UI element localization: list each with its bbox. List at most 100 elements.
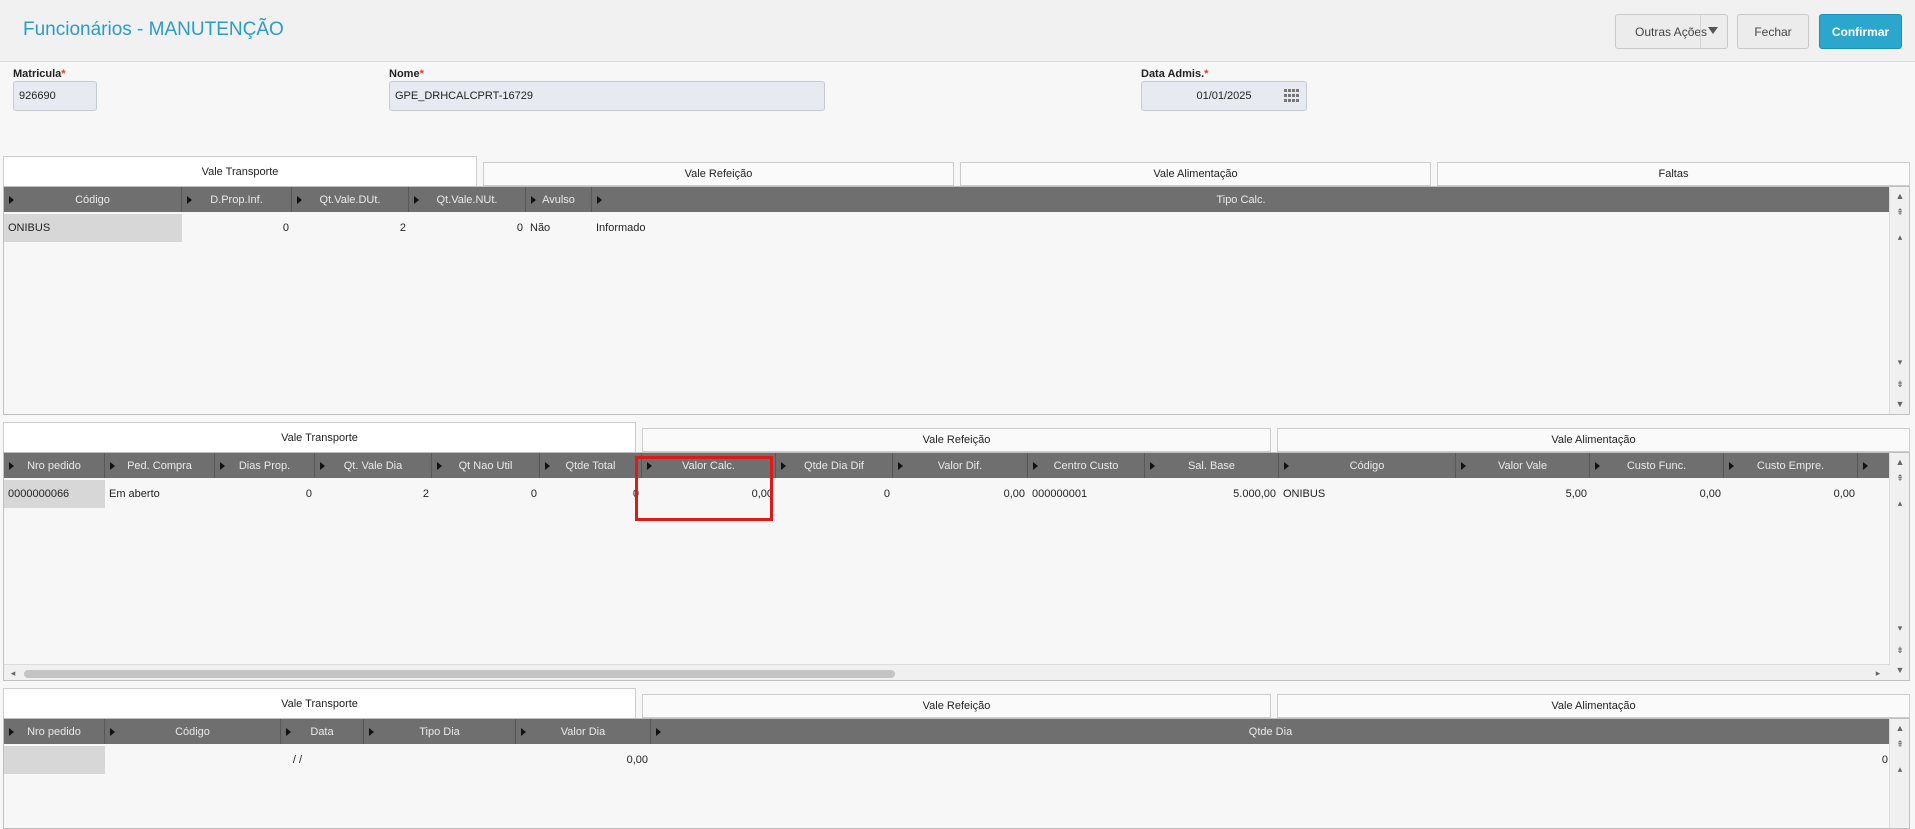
column-header[interactable]: Qtde Total: [540, 453, 642, 478]
page-down-icon[interactable]: ⇟: [1894, 645, 1906, 655]
tab-vale-alimentacao[interactable]: Vale Alimentação: [1277, 428, 1910, 452]
vertical-scrollbar[interactable]: ▲ ⇞ ▴: [1889, 719, 1909, 828]
confirm-button[interactable]: Confirmar: [1819, 14, 1902, 49]
column-header[interactable]: Avulso: [526, 187, 592, 212]
scroll-up-small-icon[interactable]: ▴: [1894, 498, 1906, 508]
table-cell: 0,00: [1699, 488, 1721, 500]
column-header[interactable]: Qt.Vale.NUt.: [409, 187, 526, 212]
nome-field[interactable]: GPE_DRHCALCPRT-16729: [389, 81, 825, 111]
column-header[interactable]: [1858, 453, 1891, 478]
column-header[interactable]: Qtde Dia: [651, 719, 1891, 744]
close-button[interactable]: Fechar: [1737, 14, 1809, 49]
column-header[interactable]: Código: [4, 187, 182, 212]
column-label: Valor Vale: [1497, 459, 1548, 472]
sort-arrow-icon: [1033, 462, 1038, 470]
grid-header: Nro pedido Ped. Compra Dias Prop. Qt. Va…: [4, 453, 1891, 478]
vertical-scrollbar[interactable]: ▲ ⇞ ▴ ▾ ⇟ ▼: [1889, 453, 1909, 680]
column-header[interactable]: Qt.Vale.DUt.: [292, 187, 409, 212]
tab-vale-transporte[interactable]: Vale Transporte: [3, 156, 477, 186]
scroll-down-icon[interactable]: ▼: [1894, 665, 1906, 675]
scroll-up-icon[interactable]: ▲: [1894, 723, 1906, 733]
vale-transporte-grid: Código D.Prop.Inf. Qt.Vale.DUt. Qt.Vale.…: [3, 186, 1910, 415]
tab-faltas[interactable]: Faltas: [1437, 162, 1910, 186]
table-row[interactable]: 0000000066 Em aberto 0 2 0 0 0,00 0 0,00…: [4, 480, 1891, 508]
column-label: Valor Dif.: [937, 459, 983, 472]
scrollbar-thumb[interactable]: [24, 670, 895, 678]
scroll-left-icon[interactable]: ◂: [7, 668, 19, 678]
column-label: Código: [175, 725, 210, 738]
column-header[interactable]: Sal. Base: [1145, 453, 1279, 478]
page-title: Funcionários - MANUTENÇÃO: [23, 19, 284, 40]
scroll-right-icon[interactable]: ▸: [1872, 668, 1884, 678]
column-header[interactable]: Qt. Vale Dia: [315, 453, 432, 478]
column-header[interactable]: Código: [105, 719, 281, 744]
tab-vale-refeicao[interactable]: Vale Refeição: [642, 428, 1271, 452]
other-actions-button[interactable]: Outras Ações: [1615, 14, 1728, 49]
table-cell: Informado: [596, 222, 646, 234]
sort-arrow-icon: [1461, 462, 1466, 470]
tab-vale-alimentacao[interactable]: Vale Alimentação: [960, 162, 1431, 186]
sort-arrow-icon: [110, 462, 115, 470]
column-header[interactable]: D.Prop.Inf.: [182, 187, 292, 212]
column-header[interactable]: Data: [281, 719, 364, 744]
column-header[interactable]: Valor Vale: [1456, 453, 1590, 478]
column-header[interactable]: Código: [1279, 453, 1456, 478]
sort-arrow-icon: [9, 728, 14, 736]
sort-arrow-icon: [1150, 462, 1155, 470]
divider: [1700, 15, 1701, 48]
scroll-up-small-icon[interactable]: ▴: [1894, 764, 1906, 774]
column-header[interactable]: Ped. Compra: [105, 453, 215, 478]
table-cell: 0: [516, 222, 523, 234]
tab-vale-transporte[interactable]: Vale Transporte: [3, 422, 636, 452]
grid-header: Nro pedido Código Data Tipo Dia Valor Di…: [4, 719, 1891, 744]
column-label: Código: [75, 193, 110, 206]
vertical-scrollbar[interactable]: ▲ ⇞ ▴ ▾ ⇟ ▼: [1889, 187, 1909, 414]
page-up-icon[interactable]: ⇞: [1894, 473, 1906, 483]
column-header[interactable]: Nro pedido: [4, 719, 105, 744]
tab-vale-transporte[interactable]: Vale Transporte: [3, 688, 636, 718]
sort-arrow-icon: [9, 462, 14, 470]
data-admis-label-text: Data Admis.: [1141, 68, 1205, 80]
column-header[interactable]: Centro Custo: [1028, 453, 1145, 478]
table-row[interactable]: / / 0,00 0: [4, 746, 1891, 774]
column-header[interactable]: Qt Nao Util: [432, 453, 540, 478]
column-header[interactable]: Tipo Calc.: [592, 187, 1891, 212]
scroll-up-icon[interactable]: ▲: [1894, 457, 1906, 467]
column-header[interactable]: Qtde Dia Dif: [776, 453, 893, 478]
column-header[interactable]: Valor Dia: [516, 719, 651, 744]
table-cell: 0: [305, 488, 312, 500]
column-header[interactable]: Custo Func.: [1590, 453, 1724, 478]
column-header[interactable]: Nro pedido: [4, 453, 105, 478]
page-down-icon[interactable]: ⇟: [1894, 379, 1906, 389]
tab-vale-refeicao[interactable]: Vale Refeição: [483, 162, 954, 186]
column-header[interactable]: Tipo Dia: [364, 719, 516, 744]
page-up-icon[interactable]: ⇞: [1894, 207, 1906, 217]
table-row[interactable]: ONIBUS 0 2 0 Não Informado: [4, 214, 1891, 242]
data-admis-field[interactable]: 01/01/2025: [1141, 81, 1307, 111]
horizontal-scrollbar[interactable]: ◂ ▸: [4, 664, 1890, 680]
column-label: Tipo Calc.: [1216, 193, 1266, 206]
scroll-down-small-icon[interactable]: ▾: [1894, 357, 1906, 367]
column-label: Qt.Vale.DUt.: [319, 193, 381, 206]
tab-vale-refeicao[interactable]: Vale Refeição: [642, 694, 1271, 718]
column-label: Qtde Dia Dif: [804, 459, 864, 472]
sort-arrow-icon: [521, 728, 526, 736]
column-header[interactable]: Custo Empre.: [1724, 453, 1858, 478]
scroll-down-small-icon[interactable]: ▾: [1894, 623, 1906, 633]
column-label: Valor Dia: [560, 725, 606, 738]
column-header[interactable]: Dias Prop.: [215, 453, 315, 478]
scroll-down-icon[interactable]: ▼: [1894, 399, 1906, 409]
calendar-icon[interactable]: [1284, 89, 1300, 103]
scroll-up-icon[interactable]: ▲: [1894, 191, 1906, 201]
column-label: Qtde Dia: [1248, 725, 1293, 738]
tab-vale-alimentacao[interactable]: Vale Alimentação: [1277, 694, 1910, 718]
scroll-up-small-icon[interactable]: ▴: [1894, 232, 1906, 242]
matricula-field[interactable]: 926690: [13, 81, 97, 111]
column-header[interactable]: Valor Dif.: [893, 453, 1028, 478]
required-marker: *: [1204, 68, 1209, 80]
column-label: Ped. Compra: [127, 459, 192, 472]
page-up-icon[interactable]: ⇞: [1894, 739, 1906, 749]
chevron-down-icon[interactable]: [1708, 27, 1718, 34]
top-bar: Funcionários - MANUTENÇÃO Outras Ações F…: [0, 0, 1915, 62]
sort-arrow-icon: [110, 728, 115, 736]
